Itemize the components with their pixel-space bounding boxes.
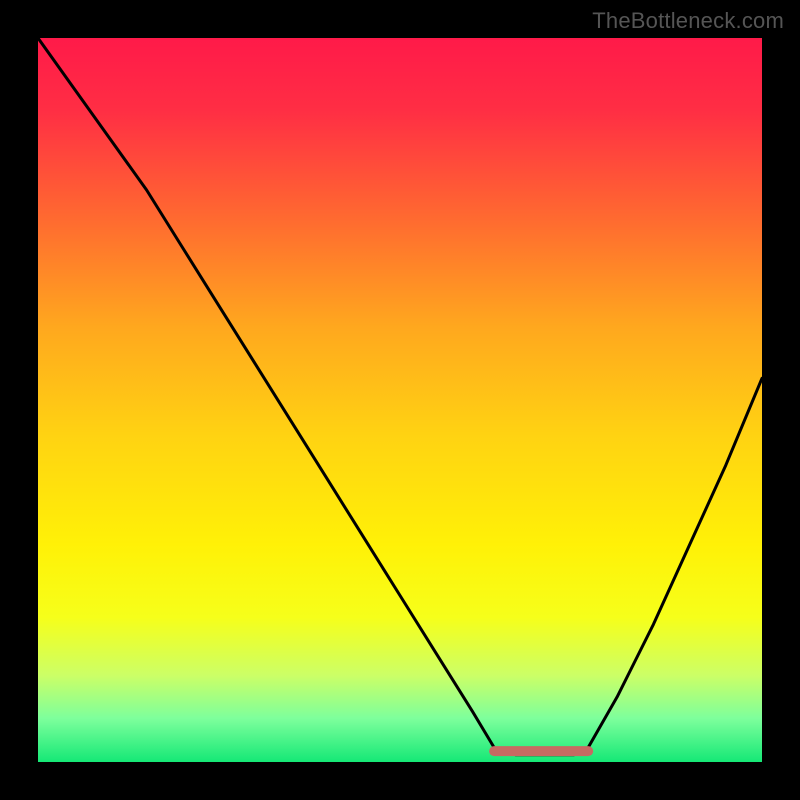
outer-black-frame: TheBottleneck.com: [0, 0, 800, 800]
bottleneck-curve-layer: [38, 38, 762, 762]
watermark-text: TheBottleneck.com: [592, 8, 784, 34]
bottleneck-curve: [38, 38, 762, 755]
plot-area: [38, 38, 762, 762]
